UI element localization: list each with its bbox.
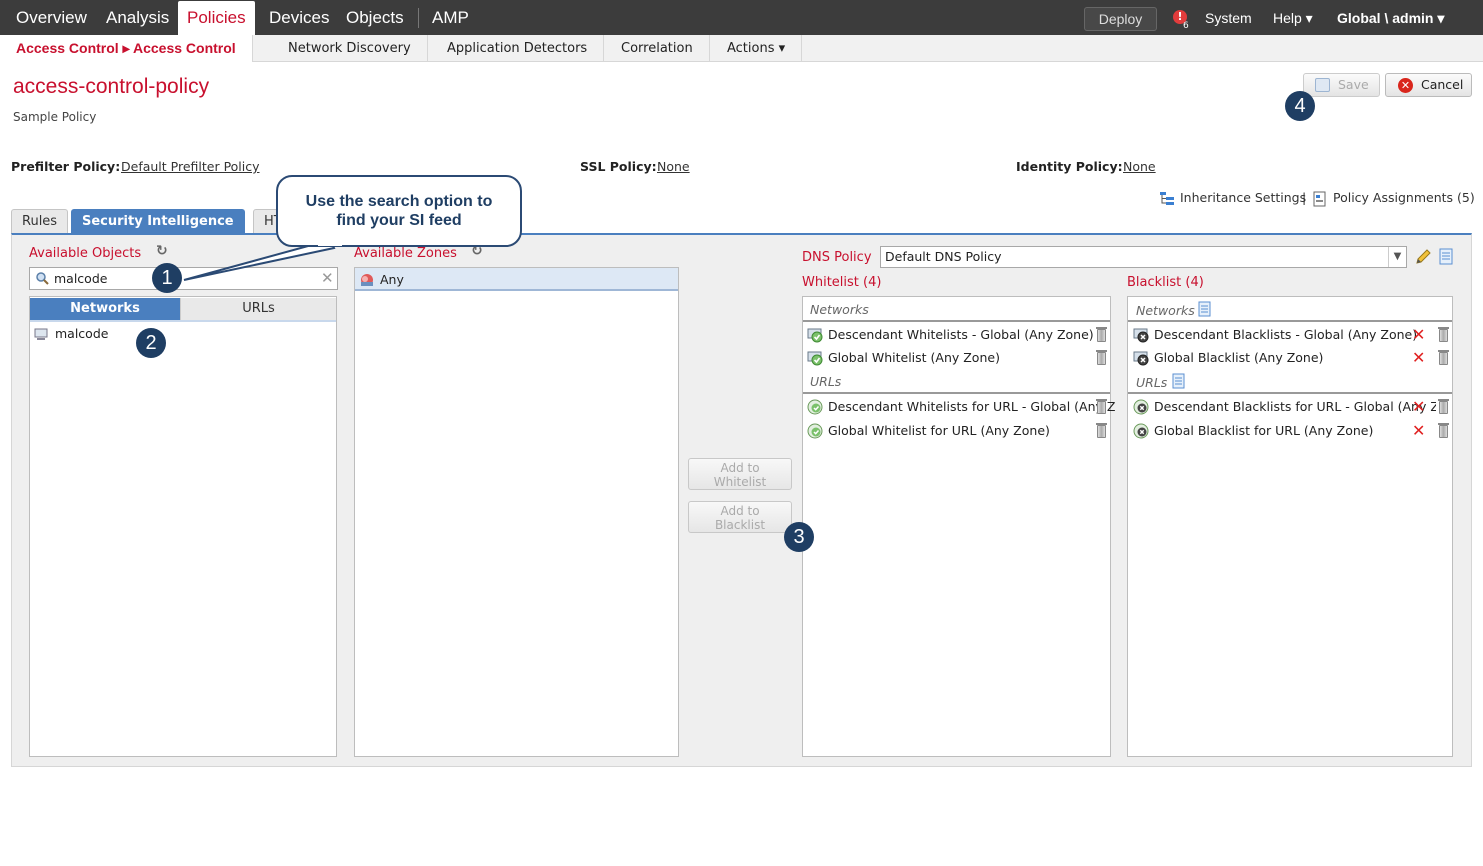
step-marker-3: 3 — [784, 522, 814, 552]
step-marker-4: 4 — [1285, 91, 1315, 121]
step-marker-2: 2 — [136, 328, 166, 358]
callout-bubble: Use the search option to find your SI fe… — [276, 175, 522, 247]
callout-line1: Use the search option to — [305, 193, 493, 210]
step-marker-1: 1 — [152, 263, 182, 293]
callout-tail-mask — [318, 240, 342, 246]
callout-pointer — [183, 238, 336, 281]
callout-line2: find your SI feed — [336, 212, 462, 229]
